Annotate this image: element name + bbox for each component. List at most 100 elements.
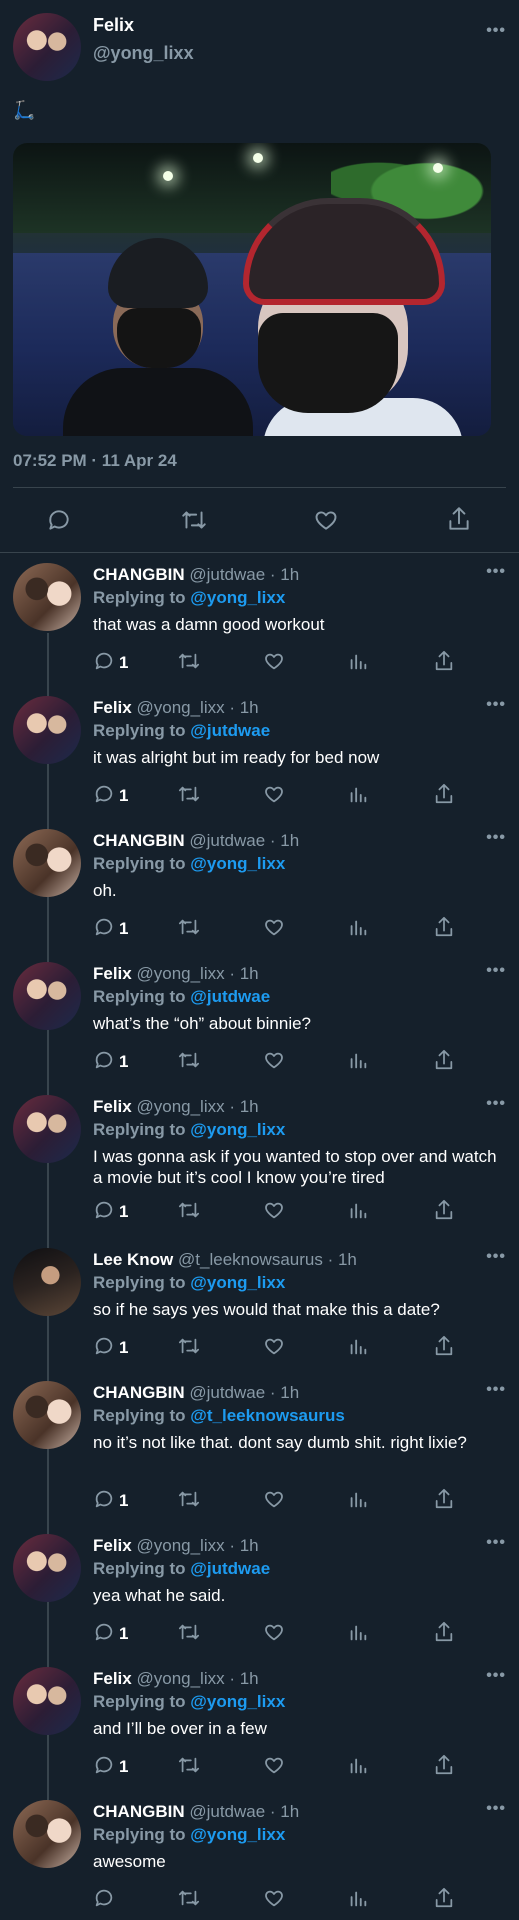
- reply-button[interactable]: 1: [93, 1754, 128, 1780]
- share-button[interactable]: [433, 1199, 455, 1225]
- views-button[interactable]: [347, 783, 369, 809]
- replying-to-handle[interactable]: @t_leeknowsaurus: [190, 1406, 345, 1425]
- views-button[interactable]: [347, 650, 369, 676]
- replying-to-handle[interactable]: @jutdwae: [190, 721, 270, 740]
- share-button[interactable]: [433, 1049, 455, 1075]
- more-icon[interactable]: •••: [486, 829, 506, 847]
- avatar[interactable]: [13, 1534, 81, 1602]
- more-icon[interactable]: •••: [486, 1381, 506, 1399]
- like-button[interactable]: [263, 1335, 285, 1361]
- retweet-button[interactable]: [177, 650, 201, 676]
- author-name[interactable]: CHANGBIN: [93, 565, 185, 584]
- reply-button[interactable]: [93, 1887, 119, 1913]
- reply-button[interactable]: 1: [93, 650, 128, 676]
- avatar[interactable]: [13, 1248, 81, 1316]
- retweet-button[interactable]: [177, 1199, 201, 1225]
- like-button[interactable]: [263, 916, 285, 942]
- author-handle-time[interactable]: @yong_lixx · 1h: [136, 1669, 258, 1688]
- retweet-button[interactable]: [177, 1621, 201, 1647]
- share-button[interactable]: [433, 916, 455, 942]
- replying-to-handle[interactable]: @jutdwae: [190, 987, 270, 1006]
- author-name[interactable]: Felix: [93, 1097, 132, 1116]
- reply-button[interactable]: 1: [93, 916, 128, 942]
- avatar[interactable]: [13, 829, 81, 897]
- views-button[interactable]: [347, 1754, 369, 1780]
- like-button[interactable]: [263, 1621, 285, 1647]
- author-name[interactable]: CHANGBIN: [93, 1383, 185, 1402]
- avatar[interactable]: [13, 962, 81, 1030]
- avatar[interactable]: [13, 563, 81, 631]
- replying-to-handle[interactable]: @yong_lixx: [190, 1120, 285, 1139]
- author-handle-time[interactable]: @yong_lixx · 1h: [136, 1536, 258, 1555]
- author-name[interactable]: CHANGBIN: [93, 831, 185, 850]
- like-button[interactable]: [263, 1887, 285, 1913]
- reply-button[interactable]: 1: [93, 1335, 128, 1361]
- avatar[interactable]: [13, 1095, 81, 1163]
- author-handle-time[interactable]: @jutdwae · 1h: [189, 565, 299, 584]
- author-handle-time[interactable]: @yong_lixx · 1h: [136, 1097, 258, 1116]
- share-icon[interactable]: [446, 505, 472, 533]
- more-icon[interactable]: •••: [486, 563, 506, 581]
- replying-to-handle[interactable]: @jutdwae: [190, 1559, 270, 1578]
- more-icon[interactable]: •••: [486, 1800, 506, 1818]
- avatar[interactable]: [13, 696, 81, 764]
- avatar[interactable]: [13, 1667, 81, 1735]
- reply-button[interactable]: 1: [93, 783, 128, 809]
- author-handle[interactable]: @yong_lixx: [93, 43, 194, 64]
- like-button[interactable]: [263, 1488, 285, 1514]
- author-handle-time[interactable]: @yong_lixx · 1h: [136, 698, 258, 717]
- retweet-button[interactable]: [177, 1887, 201, 1913]
- retweet-button[interactable]: [177, 1488, 201, 1514]
- author-name[interactable]: CHANGBIN: [93, 1802, 185, 1821]
- avatar[interactable]: [13, 1381, 81, 1449]
- author-name[interactable]: Felix: [93, 964, 132, 983]
- like-button[interactable]: [263, 1754, 285, 1780]
- replying-to-handle[interactable]: @yong_lixx: [190, 588, 285, 607]
- share-button[interactable]: [433, 1754, 455, 1780]
- retweet-button[interactable]: [177, 1335, 201, 1361]
- author-name[interactable]: Felix: [93, 1536, 132, 1555]
- heart-icon[interactable]: [313, 507, 339, 533]
- like-button[interactable]: [263, 1049, 285, 1075]
- avatar[interactable]: [13, 1800, 81, 1868]
- retweet-button[interactable]: [177, 783, 201, 809]
- more-icon[interactable]: •••: [486, 1248, 506, 1266]
- more-icon[interactable]: •••: [486, 1667, 506, 1685]
- replying-to-handle[interactable]: @yong_lixx: [190, 1825, 285, 1844]
- avatar[interactable]: [13, 13, 81, 81]
- like-button[interactable]: [263, 783, 285, 809]
- views-button[interactable]: [347, 1049, 369, 1075]
- more-icon[interactable]: •••: [486, 962, 506, 980]
- replying-to-handle[interactable]: @yong_lixx: [190, 1273, 285, 1292]
- replying-to-handle[interactable]: @yong_lixx: [190, 854, 285, 873]
- author-handle-time[interactable]: @jutdwae · 1h: [189, 831, 299, 850]
- views-button[interactable]: [347, 1621, 369, 1647]
- author-handle-time[interactable]: @jutdwae · 1h: [189, 1802, 299, 1821]
- like-button[interactable]: [263, 650, 285, 676]
- author-name[interactable]: Lee Know: [93, 1250, 173, 1269]
- author-name[interactable]: Felix: [93, 698, 132, 717]
- author-handle-time[interactable]: @t_leeknowsaurus · 1h: [178, 1250, 357, 1269]
- share-button[interactable]: [433, 1335, 455, 1361]
- author-handle-time[interactable]: @jutdwae · 1h: [189, 1383, 299, 1402]
- reply-button[interactable]: 1: [93, 1049, 128, 1075]
- views-button[interactable]: [347, 1488, 369, 1514]
- reply-button[interactable]: 1: [93, 1488, 128, 1514]
- replying-to-handle[interactable]: @yong_lixx: [190, 1692, 285, 1711]
- author-name[interactable]: Felix: [93, 1669, 132, 1688]
- retweet-button[interactable]: [177, 1049, 201, 1075]
- views-button[interactable]: [347, 1887, 369, 1913]
- views-button[interactable]: [347, 916, 369, 942]
- like-button[interactable]: [263, 1199, 285, 1225]
- author-handle-time[interactable]: @yong_lixx · 1h: [136, 964, 258, 983]
- share-button[interactable]: [433, 1887, 455, 1913]
- more-icon[interactable]: •••: [486, 696, 506, 714]
- retweet-button[interactable]: [177, 916, 201, 942]
- views-button[interactable]: [347, 1199, 369, 1225]
- more-icon[interactable]: •••: [486, 22, 506, 40]
- more-icon[interactable]: •••: [486, 1534, 506, 1552]
- tweet-photo[interactable]: [13, 143, 491, 436]
- views-button[interactable]: [347, 1335, 369, 1361]
- reply-button[interactable]: 1: [93, 1621, 128, 1647]
- share-button[interactable]: [433, 650, 455, 676]
